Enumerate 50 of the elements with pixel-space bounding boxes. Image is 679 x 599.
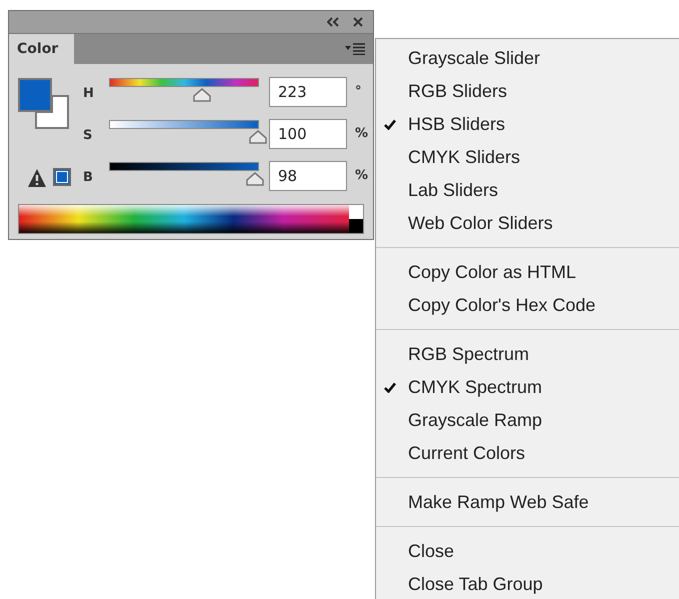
- menu-item[interactable]: Make Ramp Web Safe: [376, 486, 679, 519]
- menu-item-label: RGB Sliders: [408, 81, 508, 102]
- menu-item-label: Close Tab Group: [408, 574, 543, 595]
- menu-item-label: Current Colors: [408, 443, 526, 464]
- background-swatch[interactable]: [35, 95, 69, 129]
- slider-label: B: [83, 169, 94, 187]
- menu-item[interactable]: Copy Color's Hex Code: [376, 289, 679, 322]
- menu-item-label: Lab Sliders: [408, 180, 498, 201]
- menu-item-label: Close: [408, 541, 454, 562]
- slider-label: S: [83, 127, 94, 145]
- menu-icon[interactable]: [345, 43, 365, 55]
- close-icon[interactable]: [353, 17, 363, 27]
- gamut-swatch[interactable]: [53, 168, 71, 186]
- menu-item[interactable]: CMYK Sliders: [376, 141, 679, 174]
- menu-item[interactable]: Close Tab Group: [376, 568, 679, 599]
- unit-label: %: [354, 167, 369, 185]
- menu-item-label: Web Color Sliders: [408, 213, 553, 234]
- menu-item-label: CMYK Sliders: [408, 147, 520, 168]
- menu-item[interactable]: RGB Sliders: [376, 75, 679, 108]
- menu-item-label: Make Ramp Web Safe: [408, 492, 589, 513]
- unit-label: %: [354, 125, 369, 143]
- menu-item[interactable]: HSB Sliders: [376, 108, 679, 141]
- menu-item-label: Copy Color as HTML: [408, 262, 576, 283]
- menu-item-label: HSB Sliders: [408, 114, 506, 135]
- menu-item-label: RGB Spectrum: [408, 344, 530, 365]
- menu-item-label: Grayscale Ramp: [408, 410, 542, 431]
- menu-item[interactable]: RGB Spectrum: [376, 338, 679, 371]
- slider-thumb[interactable]: [249, 130, 267, 144]
- warning-icon[interactable]: [27, 168, 47, 188]
- menu-item[interactable]: Web Color Sliders: [376, 207, 679, 240]
- slider-label: H: [83, 85, 95, 103]
- menu-item[interactable]: CMYK Spectrum: [376, 371, 679, 404]
- menu-item-label: Copy Color's Hex Code: [408, 295, 596, 316]
- menu-item[interactable]: Current Colors: [376, 437, 679, 470]
- value-field[interactable]: 223: [269, 77, 347, 107]
- foreground-swatch[interactable]: [18, 78, 52, 112]
- color-spectrum[interactable]: [18, 204, 364, 234]
- menu-item-label: Grayscale Slider: [408, 48, 540, 69]
- collapse-icon[interactable]: [327, 17, 339, 27]
- slider-thumb[interactable]: [246, 172, 264, 186]
- unit-label: °: [354, 83, 362, 101]
- menu-item[interactable]: Grayscale Ramp: [376, 404, 679, 437]
- menu-item[interactable]: Copy Color as HTML: [376, 256, 679, 289]
- value-field[interactable]: 100: [269, 119, 347, 149]
- menu-item[interactable]: Grayscale Slider: [376, 42, 679, 75]
- menu-item[interactable]: Lab Sliders: [376, 174, 679, 207]
- menu-item-label: CMYK Spectrum: [408, 377, 542, 398]
- color-tab[interactable]: Color: [9, 34, 74, 64]
- menu-item[interactable]: Close: [376, 535, 679, 568]
- value-field[interactable]: 98: [269, 161, 347, 191]
